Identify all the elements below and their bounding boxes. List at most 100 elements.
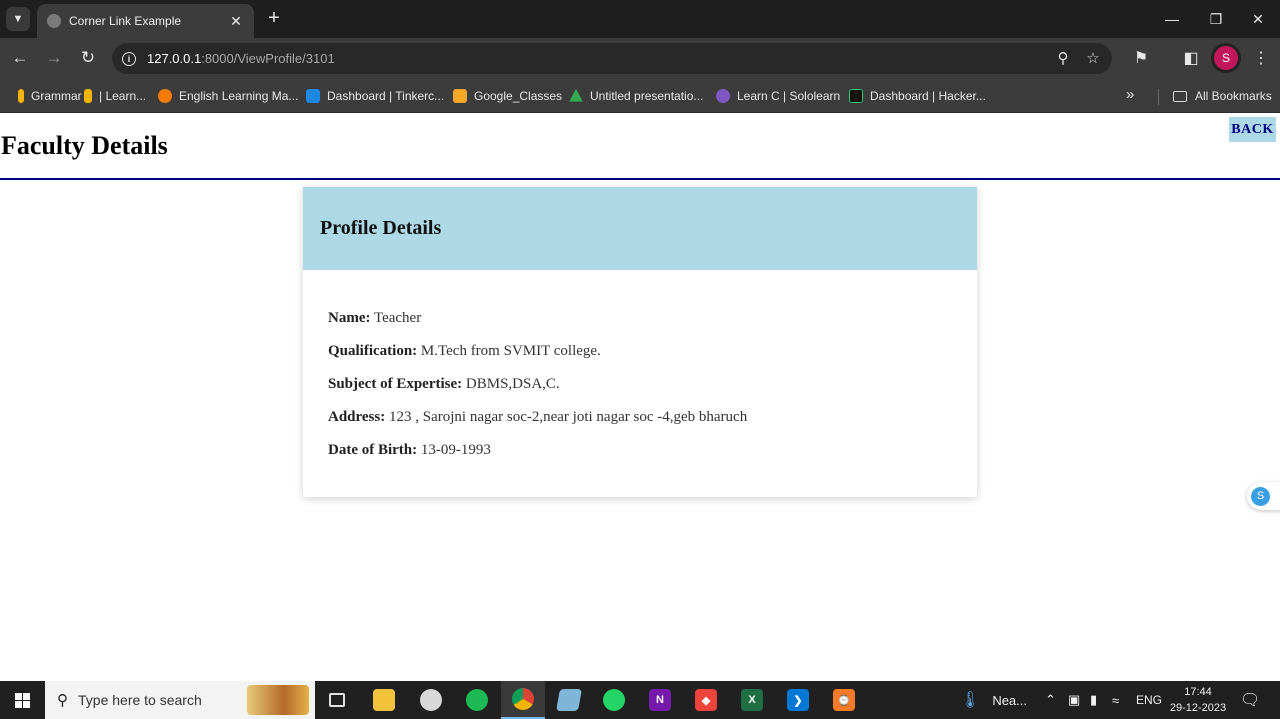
clock-date: 29-12-2023	[1169, 702, 1227, 714]
minimize-icon[interactable]: —	[1150, 0, 1194, 38]
start-button[interactable]	[0, 681, 44, 719]
tab-title: Corner Link Example	[69, 14, 182, 28]
profile-avatar[interactable]: S	[1214, 46, 1238, 70]
bookmark-grammar[interactable]: Grammar	[18, 86, 82, 106]
grid-icon	[306, 89, 320, 103]
xampp-icon[interactable]: ⌚	[822, 681, 866, 719]
extensions-puzzle-icon[interactable]: ⚑	[1130, 47, 1152, 69]
sololearn-icon	[716, 89, 730, 103]
field-address: Address: 123 , Sarojni nagar soc-2,near …	[328, 409, 977, 442]
bookmarks-bar: Grammar | Learn... English Learning Ma..…	[0, 79, 1280, 113]
weather-text: Nea...	[992, 692, 1027, 708]
restore-icon[interactable]: ❐	[1194, 0, 1238, 38]
owl-icon	[158, 89, 172, 103]
profile-card: Profile Details Name: Teacher Qualificat…	[303, 187, 977, 497]
forward-arrow-icon[interactable]: →	[42, 46, 66, 70]
language-indicator[interactable]: ENG	[1136, 681, 1162, 719]
paint-icon[interactable]	[409, 681, 453, 719]
bookmark-label: Untitled presentatio...	[590, 89, 704, 103]
bookmark-google-classes[interactable]: Google_Classes	[453, 86, 562, 106]
bookmark-untitled-presentation[interactable]: Untitled presentatio...	[569, 86, 703, 106]
bookmarks-overflow-icon[interactable]: »	[1126, 86, 1134, 103]
field-value: Teacher	[370, 310, 422, 326]
bookmark-label: Grammar	[31, 89, 82, 103]
new-tab-plus-icon[interactable]: +	[262, 7, 286, 31]
system-clock[interactable]: 17:44 29-12-2023	[1163, 684, 1233, 716]
all-bookmarks-button[interactable]: All Bookmarks	[1173, 86, 1272, 106]
browser-toolbar: ← → ↻ i 127.0.0.1:8000/ViewProfile/3101 …	[0, 38, 1280, 79]
profile-card-heading: Profile Details	[320, 217, 442, 239]
file-explorer-icon[interactable]	[362, 681, 406, 719]
field-qualification: Qualification: M.Tech from SVMIT college…	[328, 343, 977, 376]
bookmark-tinkercad[interactable]: Dashboard | Tinkerc...	[306, 86, 444, 106]
profile-card-body: Name: Teacher Qualification: M.Tech from…	[303, 270, 977, 475]
menu-kebab-icon[interactable]: ⋮	[1250, 47, 1272, 69]
clock-time: 17:44	[1184, 686, 1212, 698]
url-host: 127.0.0.1	[147, 51, 202, 66]
bookmark-hackerrank[interactable]: Dashboard | Hacker...	[849, 86, 986, 106]
field-value: 123 , Sarojni nagar soc-2,near joti naga…	[385, 409, 748, 425]
bookmark-label: Dashboard | Hacker...	[870, 89, 986, 103]
bookmark-learn[interactable]: | Learn...	[84, 86, 146, 106]
back-button[interactable]: BACK	[1229, 117, 1276, 142]
tab-search-chevron-icon[interactable]: ▼	[6, 7, 30, 31]
url-path: :8000/ViewProfile/3101	[201, 51, 335, 66]
address-bar[interactable]: i 127.0.0.1:8000/ViewProfile/3101 ⚲ ☆	[112, 43, 1112, 74]
vscode-icon[interactable]: ❯	[776, 681, 820, 719]
profile-card-header: Profile Details	[303, 187, 977, 270]
bookmark-star-icon[interactable]: ☆	[1082, 47, 1104, 69]
browser-tab-bar: ▼ Corner Link Example ✕ + — ❐ ✕	[0, 0, 1280, 38]
battery-icon[interactable]: ▮	[1090, 681, 1097, 719]
excel-icon[interactable]: X	[730, 681, 774, 719]
field-value: DBMS,DSA,C.	[462, 376, 560, 392]
field-name: Name: Teacher	[328, 310, 977, 343]
bookmark-label: Google_Classes	[474, 89, 563, 103]
field-subject-of-expertise: Subject of Expertise: DBMS,DSA,C.	[328, 376, 977, 409]
folder-icon	[1173, 90, 1187, 102]
whatsapp-icon[interactable]	[592, 681, 636, 719]
field-date-of-birth: Date of Birth: 13-09-1993	[328, 442, 977, 475]
search-icon: ⚲	[57, 692, 68, 709]
floating-extension-widget[interactable]: S	[1247, 482, 1280, 510]
bookmark-sololearn[interactable]: Learn C | Sololearn	[716, 86, 840, 106]
all-bookmarks-label: All Bookmarks	[1195, 89, 1272, 103]
notes-app-icon[interactable]	[547, 681, 591, 719]
tray-chevron-up-icon[interactable]: ⌃	[1045, 681, 1056, 719]
hackerrank-icon	[849, 89, 863, 103]
close-icon[interactable]: ✕	[228, 13, 244, 30]
thermometer-icon: 🌡	[960, 692, 981, 709]
anydesk-icon[interactable]: ◆	[684, 681, 728, 719]
meet-now-icon[interactable]: ▣	[1068, 681, 1080, 719]
reload-icon[interactable]: ↻	[76, 46, 100, 70]
taskbar-search-box[interactable]: ⚲ Type here to search	[45, 681, 315, 719]
field-value: 13-09-1993	[417, 442, 491, 458]
bookmark-icon	[84, 89, 92, 103]
window-close-icon[interactable]: ✕	[1236, 0, 1280, 38]
field-label: Date of Birth:	[328, 442, 418, 458]
wifi-icon[interactable]: ≈	[1112, 681, 1119, 719]
task-view-icon[interactable]	[315, 681, 359, 719]
bookmark-english-learning[interactable]: English Learning Ma...	[158, 86, 298, 106]
field-label: Address:	[328, 409, 386, 425]
drive-icon	[569, 89, 583, 102]
field-label: Qualification:	[328, 343, 418, 359]
browser-tab[interactable]: Corner Link Example ✕	[37, 4, 254, 38]
page-title: Faculty Details	[1, 131, 168, 160]
windows-logo-icon	[14, 692, 30, 708]
notifications-icon[interactable]: 🗨	[1240, 681, 1260, 719]
onenote-icon[interactable]: N	[638, 681, 682, 719]
bookmark-label: | Learn...	[99, 89, 147, 103]
back-arrow-icon[interactable]: ←	[8, 46, 32, 70]
zoom-search-icon[interactable]: ⚲	[1052, 47, 1074, 69]
side-panel-icon[interactable]: ◧	[1180, 47, 1202, 69]
field-value: M.Tech from SVMIT college.	[417, 343, 601, 359]
title-divider	[0, 178, 1280, 180]
site-info-icon[interactable]: i	[122, 51, 136, 66]
spotify-icon[interactable]	[455, 681, 499, 719]
chrome-icon[interactable]	[501, 681, 545, 719]
windows-taskbar: ⚲ Type here to search N ◆ X ❯ ⌚ 🌡 Nea...…	[0, 681, 1280, 719]
field-label: Subject of Expertise:	[328, 376, 463, 392]
field-label: Name:	[328, 310, 371, 326]
weather-widget[interactable]: 🌡 Nea...	[960, 681, 1027, 719]
bookmark-icon	[18, 89, 24, 103]
